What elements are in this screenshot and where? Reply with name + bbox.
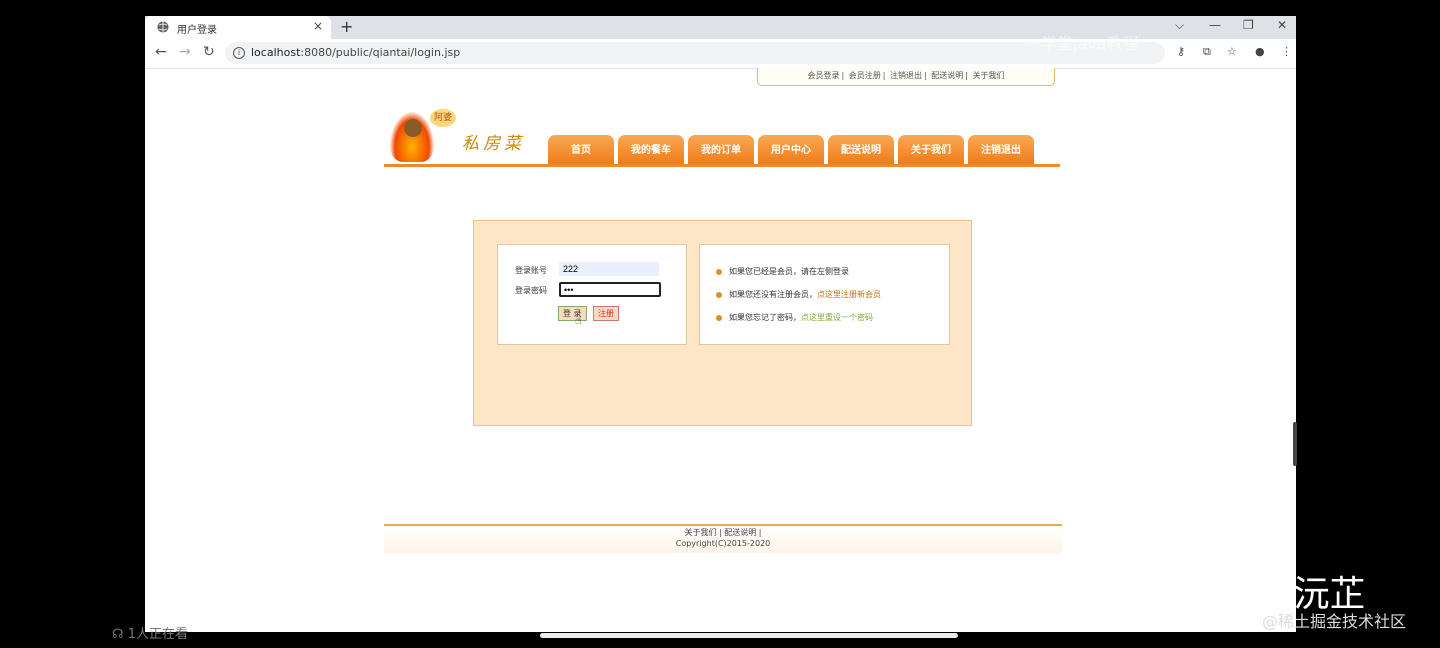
nav-logout[interactable]: 注销退出	[968, 135, 1034, 164]
link-member-register[interactable]: 会员注册	[849, 71, 881, 80]
footer-links[interactable]: 关于我们 | 配送说明 |	[384, 527, 1062, 538]
tab-title: 用户登录	[177, 25, 217, 36]
account-input[interactable]	[559, 262, 659, 276]
nav-cart[interactable]: 我的餐车	[618, 135, 684, 164]
nav-divider	[384, 164, 1060, 167]
minimize-icon[interactable]: —	[1209, 18, 1221, 32]
footer: 关于我们 | 配送说明 | Copyright(C)2015-2020	[384, 524, 1062, 553]
bullet-icon	[716, 291, 722, 298]
nav-user-center[interactable]: 用户中心	[758, 135, 824, 164]
tab-close-icon[interactable]: ×	[313, 19, 323, 33]
tip-item: 如果您已经是会员，请在左侧登录	[716, 266, 849, 277]
register-link[interactable]: 点这里注册新会员	[817, 290, 881, 299]
scrollbar-thumb[interactable]	[1293, 422, 1297, 466]
back-icon[interactable]: ←	[155, 44, 167, 60]
link-about[interactable]: 关于我们	[973, 71, 1005, 80]
login-tips: 如果您已经是会员，请在左侧登录 如果您还没有注册会员，点这里注册新会员 如果您忘…	[699, 244, 950, 345]
watermark-juejin: @稀土掘金技术社区	[1262, 612, 1407, 631]
key-icon[interactable]: ⚷	[1177, 45, 1185, 58]
account-label: 登录账号	[515, 266, 547, 275]
forward-icon[interactable]: →	[179, 44, 191, 60]
globe-icon	[157, 21, 169, 33]
bullet-icon	[716, 268, 722, 275]
viewers-icon: ☊	[112, 627, 128, 642]
url-text: localhost:8080/public/qiantai/login.jsp	[251, 46, 461, 59]
login-form: 登录账号 登录密码 登 录 注册 ☝	[497, 244, 687, 345]
reload-icon[interactable]: ↻	[203, 44, 215, 60]
translate-icon[interactable]: ⧉	[1203, 45, 1211, 59]
maximize-icon[interactable]: ❐	[1243, 18, 1254, 32]
link-logout[interactable]: 注销退出	[890, 71, 922, 80]
reset-password-link[interactable]: 点这里重设一个密码	[801, 313, 873, 322]
copyright: Copyright(C)2015-2020	[675, 539, 771, 548]
nav-orders[interactable]: 我的订单	[688, 135, 754, 164]
link-member-login[interactable]: 会员登录	[808, 71, 840, 80]
viewer-count: ☊ 1人正在看	[112, 627, 188, 642]
logo-badge: 阿婆	[430, 109, 456, 127]
new-tab-icon[interactable]: +	[340, 17, 353, 36]
menu-icon[interactable]: ⋮	[1281, 45, 1292, 58]
site-logo: 阿婆 私房菜	[390, 107, 550, 167]
password-label: 登录密码	[515, 286, 547, 295]
nav-about[interactable]: 关于我们	[898, 135, 964, 164]
address-bar[interactable]: i localhost:8080/public/qiantai/login.js…	[225, 42, 1165, 64]
chef-face-icon	[404, 119, 422, 137]
hand-cursor-icon: ☝	[575, 314, 582, 327]
login-panel: 登录账号 登录密码 登 录 注册 ☝ 如果您已经是会员，请在左侧登录 如果您还没…	[473, 220, 972, 426]
password-input[interactable]	[559, 282, 661, 297]
bullet-icon	[716, 314, 722, 321]
watermark-top: 一学堂java教程	[1025, 34, 1139, 53]
page-content: 会员登录 | 会员注册 | 注销退出 | 配送说明 | 关于我们 阿婆 私房菜 首页 我…	[145, 68, 1296, 632]
link-delivery[interactable]: 配送说明	[931, 71, 963, 80]
close-window-icon[interactable]: ✕	[1277, 18, 1287, 32]
register-button[interactable]: 注册	[593, 306, 619, 321]
tab-search-icon[interactable]: ⌵	[1175, 18, 1184, 33]
tip-item: 如果您还没有注册会员，点这里注册新会员	[716, 289, 881, 300]
tab-login[interactable]: 用户登录 ×	[145, 16, 331, 39]
top-links: 会员登录 | 会员注册 | 注销退出 | 配送说明 | 关于我们	[757, 68, 1055, 86]
login-button[interactable]: 登 录	[558, 306, 587, 321]
nav-home[interactable]: 首页	[548, 135, 614, 164]
site-info-icon[interactable]: i	[233, 47, 245, 59]
tip-item: 如果您忘记了密码，点这里重设一个密码	[716, 312, 873, 323]
profile-icon[interactable]: ●	[1255, 45, 1265, 58]
star-icon[interactable]: ☆	[1227, 45, 1237, 58]
nav-delivery[interactable]: 配送说明	[828, 135, 894, 164]
home-indicator[interactable]	[540, 633, 958, 638]
logo-name: 私房菜	[462, 134, 525, 154]
browser-window: 用户登录 × + ⌵ — ❐ ✕ ← → ↻ i localhost:8080/…	[145, 16, 1296, 632]
